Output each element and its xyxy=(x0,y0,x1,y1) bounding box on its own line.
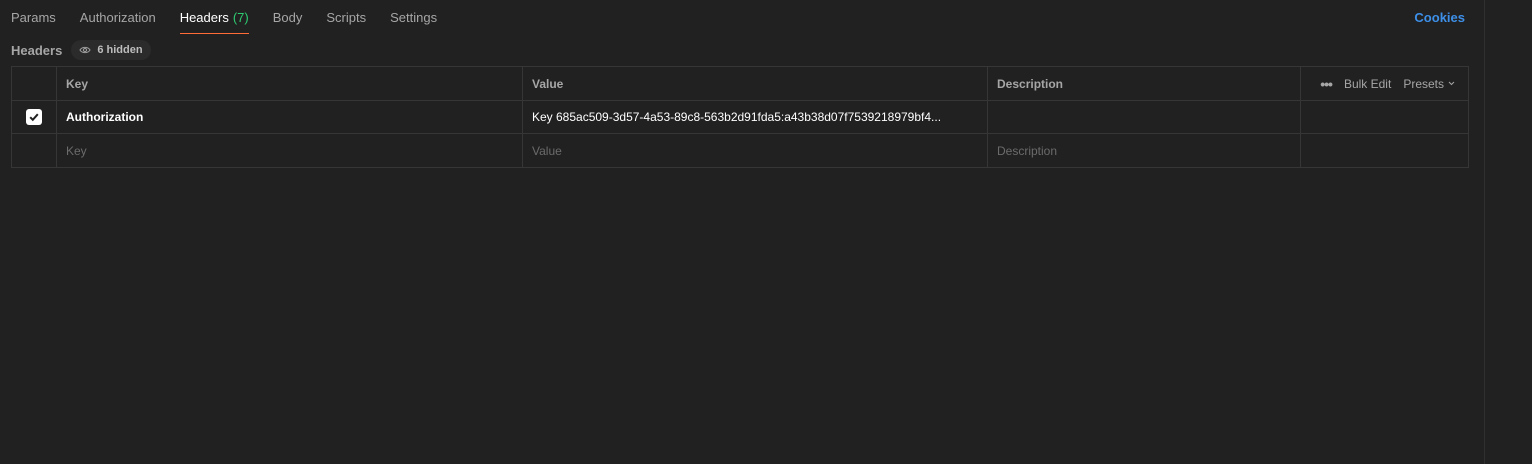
headers-subheader: Headers 6 hidden xyxy=(11,40,151,60)
row-value-text: Key 685ac509-3d57-4a53-89c8-563b2d91fda5… xyxy=(532,110,942,124)
new-description-input[interactable]: Description xyxy=(988,134,1301,167)
presets-label: Presets xyxy=(1403,76,1444,91)
headers-count-badge: (7) xyxy=(232,10,249,25)
eye-icon xyxy=(79,46,91,54)
new-row-check-cell xyxy=(12,134,57,167)
row-key-cell[interactable]: Authorization xyxy=(57,101,523,133)
more-options-icon[interactable]: ••• xyxy=(1320,76,1333,92)
column-header-description: Description xyxy=(988,67,1301,100)
hidden-count-label: 6 hidden xyxy=(97,44,143,56)
right-sidebar xyxy=(1484,0,1532,464)
tab-params[interactable]: Params xyxy=(11,0,56,36)
request-tabs: Params Authorization Headers (7) Body Scr… xyxy=(11,0,461,36)
column-header-value: Value xyxy=(523,67,988,100)
tab-headers[interactable]: Headers (7) xyxy=(179,0,249,36)
new-key-input[interactable]: Key xyxy=(57,134,523,167)
row-enabled-checkbox[interactable] xyxy=(26,109,42,125)
headers-table: Key Value Description ••• Bulk Edit Pres… xyxy=(11,66,1469,168)
checkmark-icon xyxy=(29,113,39,122)
presets-dropdown[interactable]: Presets xyxy=(1403,77,1456,91)
table-row: Authorization Key 685ac509-3d57-4a53-89c… xyxy=(12,101,1468,134)
row-description-cell[interactable] xyxy=(988,101,1301,133)
tab-settings[interactable]: Settings xyxy=(390,0,437,36)
column-header-key: Key xyxy=(57,67,523,100)
bulk-edit-button[interactable]: Bulk Edit xyxy=(1344,77,1391,91)
tab-scripts[interactable]: Scripts xyxy=(326,0,366,36)
hidden-headers-toggle[interactable]: 6 hidden xyxy=(71,40,151,60)
row-value-cell[interactable]: Key 685ac509-3d57-4a53-89c8-563b2d91fda5… xyxy=(523,101,988,133)
headers-section-title: Headers xyxy=(11,42,63,58)
request-editor: Params Authorization Headers (7) Body Scr… xyxy=(0,0,1484,464)
new-row: Key Value Description xyxy=(12,134,1468,167)
tab-body[interactable]: Body xyxy=(273,0,303,36)
tab-authorization[interactable]: Authorization xyxy=(80,0,156,36)
new-row-tools-cell xyxy=(1301,134,1468,167)
header-check-column xyxy=(12,67,57,100)
chevron-down-icon xyxy=(1448,81,1455,86)
new-value-input[interactable]: Value xyxy=(523,134,988,167)
row-tools-cell xyxy=(1301,101,1468,133)
table-tools: ••• Bulk Edit Presets xyxy=(1301,67,1468,100)
table-header-row: Key Value Description ••• Bulk Edit Pres… xyxy=(12,67,1468,101)
cookies-link[interactable]: Cookies xyxy=(1414,10,1465,25)
row-enabled-cell xyxy=(12,101,57,133)
